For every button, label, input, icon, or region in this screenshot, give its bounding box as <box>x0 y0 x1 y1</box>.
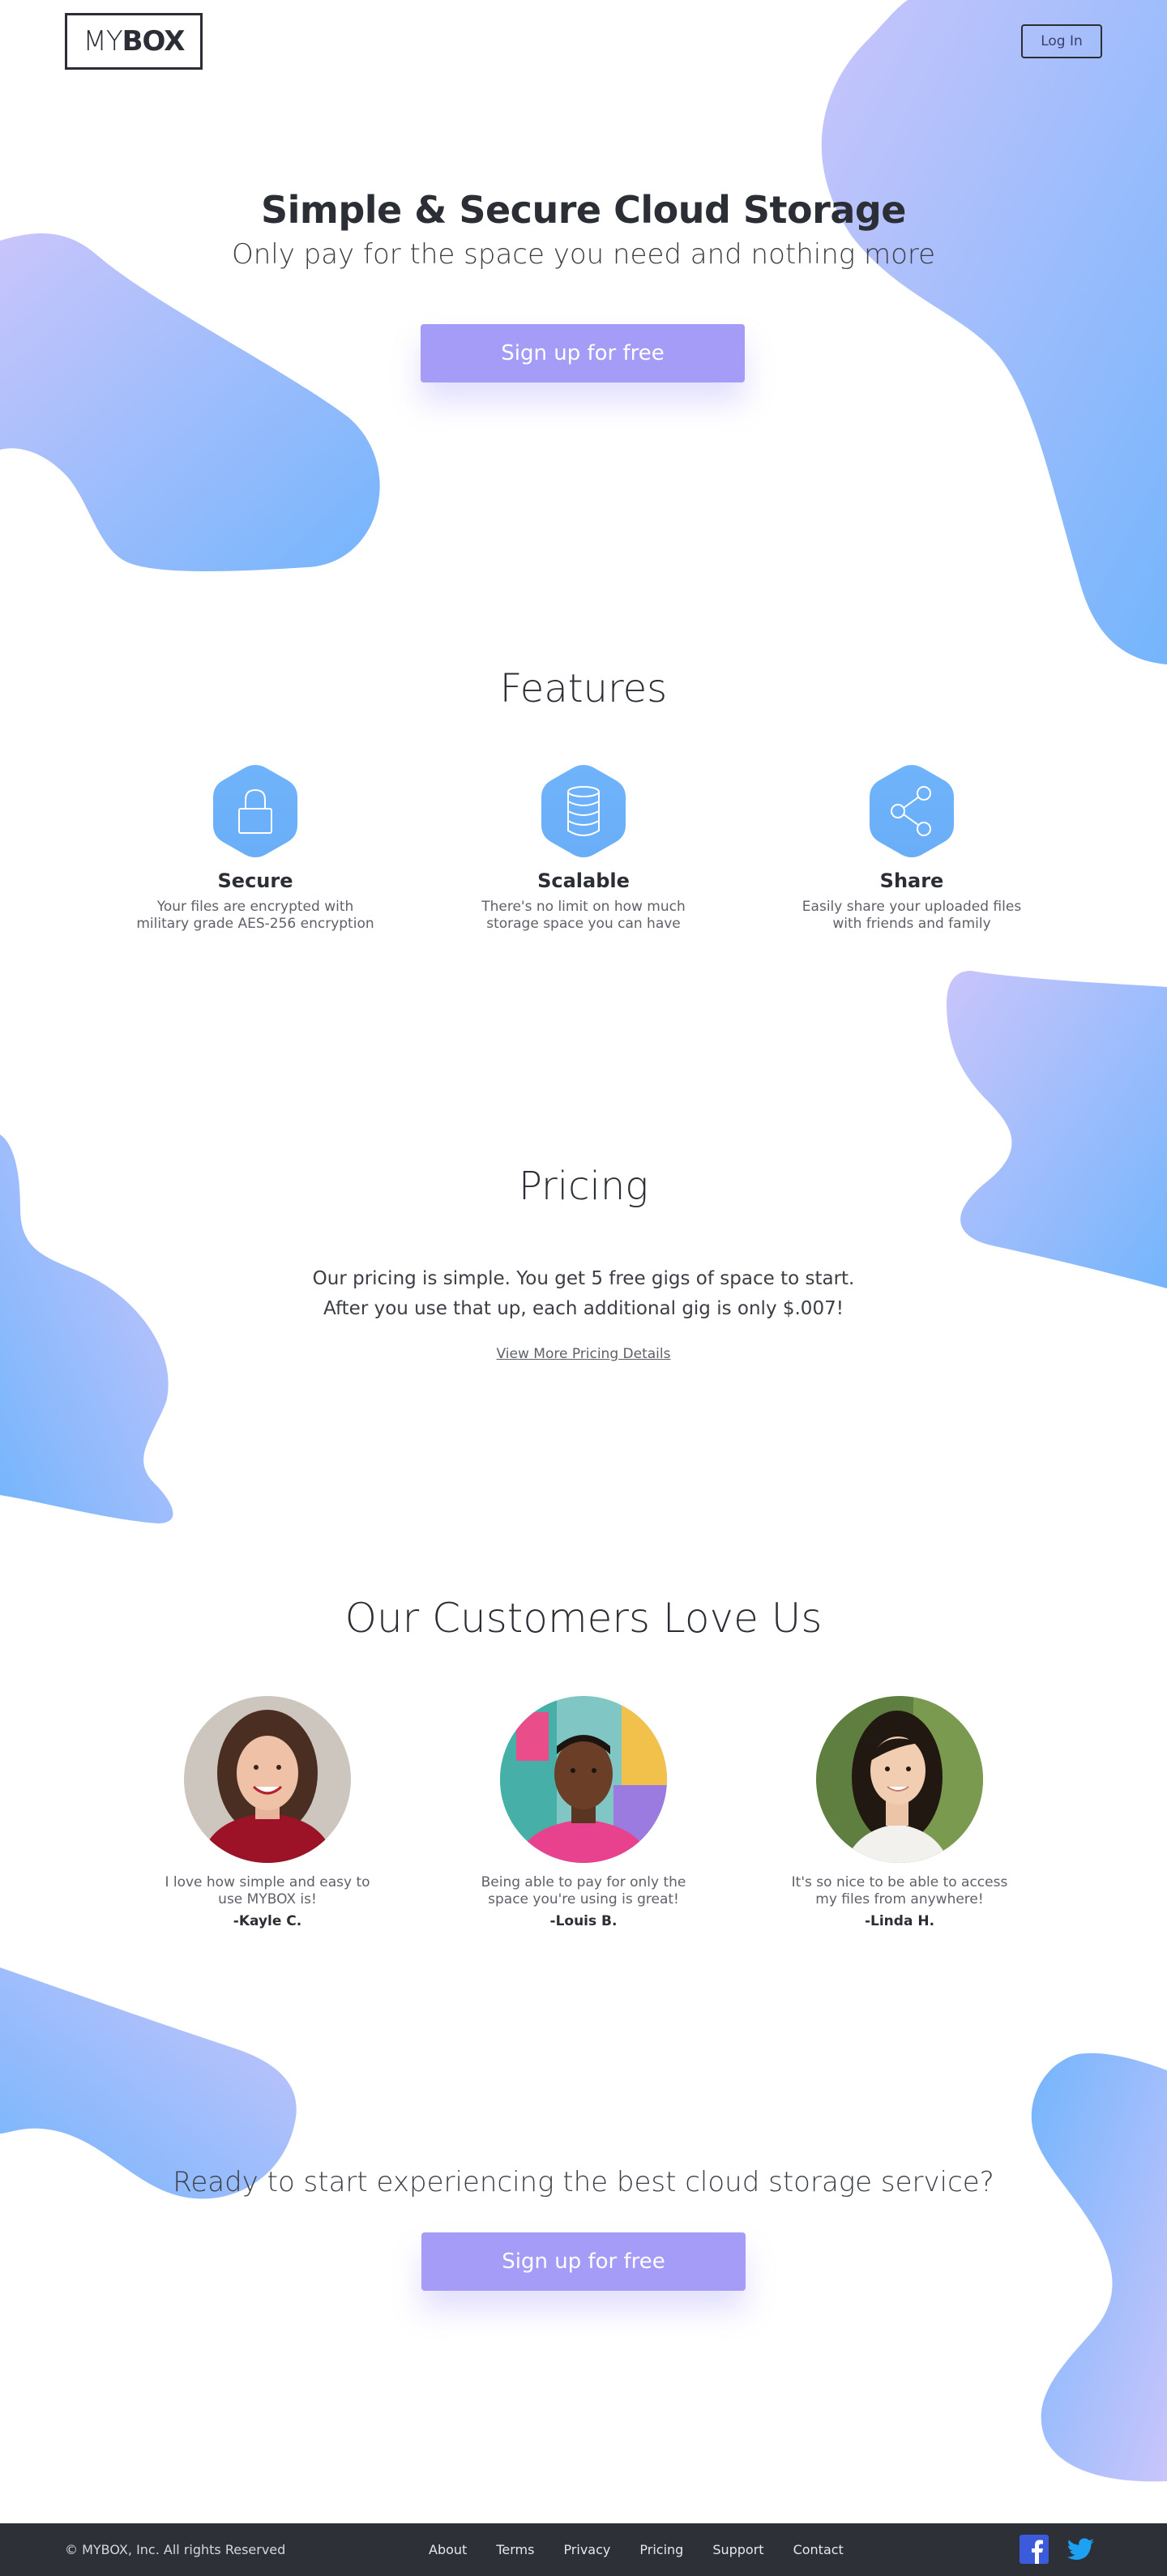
lock-icon <box>213 765 297 857</box>
blob-top-left <box>0 233 380 571</box>
pricing-details-link[interactable]: View More Pricing Details <box>497 1346 671 1362</box>
footer-link-about[interactable]: About <box>429 2542 467 2557</box>
testimonial-card: Being able to pay for only the space you… <box>454 1696 713 1929</box>
testimonial-card: I love how simple and easy to use MYBOX … <box>138 1696 397 1929</box>
pricing-line: Our pricing is simple. You get 5 free gi… <box>312 1268 855 1289</box>
pricing-description: Our pricing is simple. You get 5 free gi… <box>0 1264 1167 1324</box>
features-title: Features <box>499 666 668 711</box>
footer-link-contact[interactable]: Contact <box>793 2542 844 2557</box>
avatar <box>500 1696 667 1863</box>
login-button[interactable]: Log In <box>1021 24 1102 58</box>
logo[interactable]: MY BOX <box>65 13 203 70</box>
testimonials-title: Our Customers Love Us <box>344 1595 823 1642</box>
testimonial-author: -Louis B. <box>549 1913 618 1929</box>
blob-mid-right <box>947 971 1167 1288</box>
feature-description: Your files are encrypted with military g… <box>136 899 374 932</box>
testimonial-quote: It's so nice to be able to access my fil… <box>791 1874 1008 1907</box>
bottom-signup-button[interactable]: Sign up for free <box>421 2232 746 2291</box>
hero-signup-button[interactable]: Sign up for free <box>421 324 745 382</box>
testimonial-quote: Being able to pay for only the space you… <box>481 1874 686 1907</box>
twitter-icon[interactable] <box>1067 2535 1096 2564</box>
footer-link-privacy[interactable]: Privacy <box>563 2542 610 2557</box>
feature-scalable: Scalable There's no limit on how much st… <box>454 764 713 933</box>
logo-bold-text: BOX <box>122 25 186 58</box>
testimonial-card: It's so nice to be able to access my fil… <box>770 1696 1029 1929</box>
footer-link-support[interactable]: Support <box>712 2542 763 2557</box>
testimonial-quote: I love how simple and easy to use MYBOX … <box>165 1874 370 1907</box>
avatar <box>816 1696 983 1863</box>
pricing-title: Pricing <box>518 1164 649 1209</box>
feature-description: Easily share your uploaded files with fr… <box>802 899 1022 932</box>
hero-subtitle: Only pay for the space you need and noth… <box>231 238 936 271</box>
footer-link-pricing[interactable]: Pricing <box>639 2542 683 2557</box>
blob-bottom-right <box>1031 2053 1167 2482</box>
feature-description: There's no limit on how much storage spa… <box>481 899 686 932</box>
hero-title: Simple & Secure Cloud Storage <box>260 188 907 232</box>
database-icon <box>541 765 626 857</box>
feature-title: Share <box>879 869 944 892</box>
facebook-icon[interactable] <box>1020 2535 1049 2564</box>
feature-title: Secure <box>217 869 293 892</box>
testimonial-author: -Kayle C. <box>233 1913 302 1929</box>
bottom-cta-headline: Ready to start experiencing the best clo… <box>173 2166 994 2198</box>
feature-secure: Secure Your files are encrypted with mil… <box>126 764 385 933</box>
pricing-line: After you use that up, each additional g… <box>323 1298 844 1319</box>
footer-nav: About Terms Privacy Pricing Support Cont… <box>429 2523 873 2576</box>
avatar <box>184 1696 351 1863</box>
logo-light-text: MY <box>83 25 123 58</box>
feature-title: Scalable <box>537 869 630 892</box>
copyright-text: © MYBOX, Inc. All rights Reserved <box>65 2542 286 2557</box>
feature-share: Share Easily share your uploaded files w… <box>782 764 1041 933</box>
footer: © MYBOX, Inc. All rights Reserved About … <box>0 2523 1167 2576</box>
share-icon <box>870 765 954 857</box>
footer-link-terms[interactable]: Terms <box>496 2542 534 2557</box>
blob-top-right <box>821 0 1167 664</box>
testimonial-author: -Linda H. <box>864 1913 935 1929</box>
